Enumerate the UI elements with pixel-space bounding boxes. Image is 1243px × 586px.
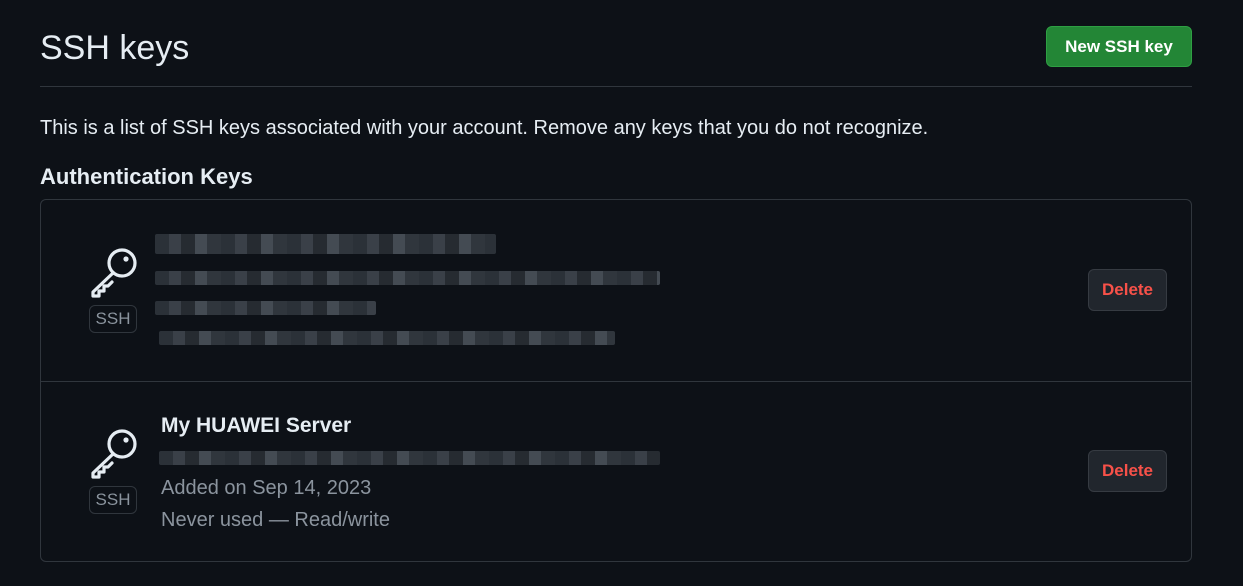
key-title: My HUAWEI Server	[161, 414, 352, 437]
ssh-badge: SSH	[89, 305, 137, 333]
ssh-key-list: SSH Delete SSH My HUAWEI Server Added on…	[40, 199, 1192, 562]
key-added-date: Added on Sep 14, 2023	[161, 477, 372, 499]
page-description: This is a list of SSH keys associated wi…	[40, 117, 929, 139]
page-title: SSH keys	[40, 29, 190, 67]
redacted-fingerprint	[159, 451, 660, 465]
section-title: Authentication Keys	[40, 164, 253, 189]
key-icon	[91, 248, 137, 298]
redacted-fingerprint	[155, 271, 660, 285]
ssh-keys-page: SSH keys New SSH key This is a list of S…	[0, 0, 1243, 586]
redacted-usage	[159, 331, 615, 345]
key-icon	[91, 429, 137, 479]
new-ssh-key-button[interactable]: New SSH key	[1046, 26, 1192, 67]
redacted-key-title	[155, 234, 496, 254]
delete-key-button[interactable]: Delete	[1088, 450, 1167, 492]
page-header: SSH keys New SSH key	[40, 0, 1192, 87]
ssh-key-row: SSH My HUAWEI Server Added on Sep 14, 20…	[41, 381, 1191, 562]
ssh-badge: SSH	[89, 486, 137, 514]
redacted-added-date	[155, 301, 376, 315]
delete-key-button[interactable]: Delete	[1088, 269, 1167, 311]
key-usage: Never used — Read/write	[161, 509, 390, 531]
ssh-key-row: SSH Delete	[41, 200, 1191, 382]
